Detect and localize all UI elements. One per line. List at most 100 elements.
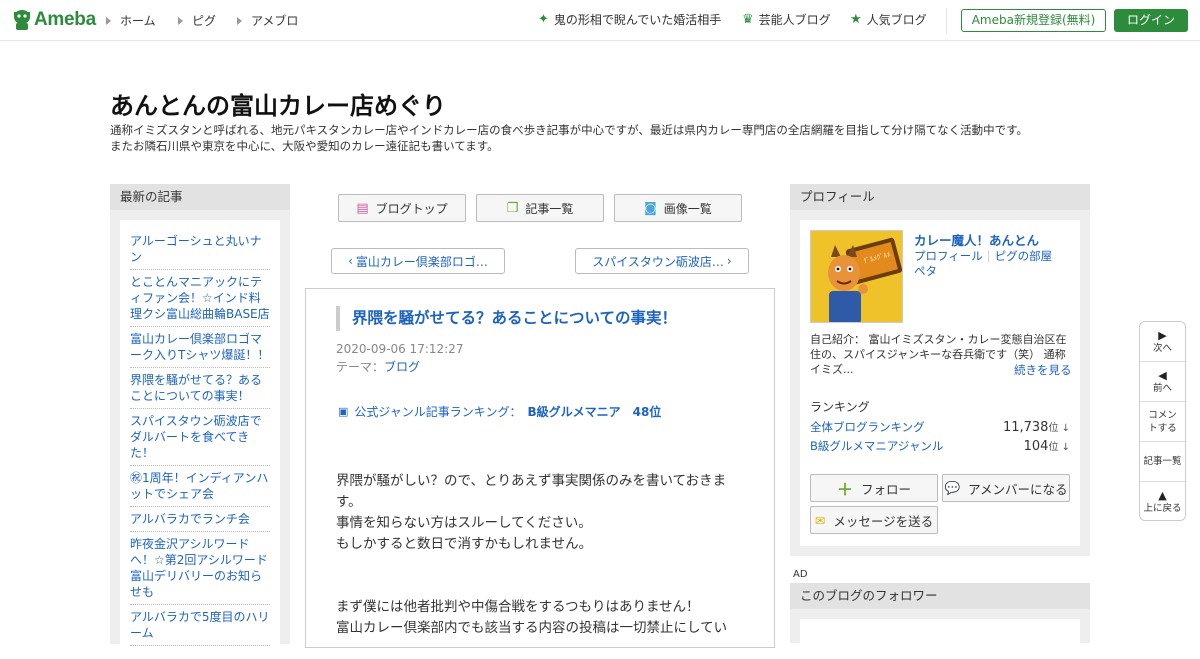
triangle-up-icon: ▲ [1158, 489, 1167, 502]
image-list-button[interactable]: ◙ 画像一覧 [614, 194, 742, 222]
profile-card: ｸﾞﾙﾒｸﾞﾙﾒ カレー魔人！あんとん プロフィール | ピグの部屋 ペタ 自己紹介… [800, 220, 1080, 546]
envelope-icon: ✉ [814, 512, 826, 528]
article-title[interactable]: 界隈を騒がせてる？あることについての事実！ [336, 306, 677, 331]
sparkle-icon: ✦ [538, 12, 549, 27]
profile-heading: プロフィール [790, 184, 1090, 210]
float-prev-label: 前へ [1152, 382, 1172, 394]
float-comment-label: コメントする [1148, 409, 1177, 434]
followers-box [800, 619, 1080, 659]
genre-ranking-link[interactable]: B級グルメマニアジャンル [810, 438, 943, 454]
recent-article-link[interactable]: 昨夜金沢アシルワードへ！☆第2回アシルワード富山デリバリーのお知らせも [130, 532, 270, 605]
ranking-icon: ▣ [338, 405, 349, 418]
crown-icon: ♛ [742, 12, 754, 27]
recent-article-link[interactable]: 富山カレー倶楽部ロゴマーク入りTシャツ爆誕！！ [130, 327, 270, 368]
profile-name[interactable]: カレー魔人！あんとん [914, 230, 1039, 249]
recent-article-link[interactable]: 界隈を騒がせてる？あることについての事実！ [130, 368, 270, 409]
ranking-row-overall: 全体ブログランキング 11,738位 ↓ [810, 419, 1070, 435]
article-theme: テーマ：ブログ [336, 358, 420, 375]
overall-ranking-value: 11,738位 ↓ [1003, 419, 1070, 435]
register-button[interactable]: Ameba新規登録(無料) [961, 9, 1106, 32]
profile-links: プロフィール | ピグの部屋 ペタ [914, 249, 1052, 279]
caret-right-icon [178, 16, 183, 25]
recent-article-link[interactable]: アルーゴーシュと丸いナン [130, 229, 270, 270]
speech-bubble-icon: 💬 [944, 480, 961, 495]
float-list-button[interactable]: 記事一覧 [1140, 442, 1185, 482]
header-link-trending-label: 鬼の形相で睨んでいた婚活相手 [553, 13, 722, 27]
header-divider [946, 8, 947, 34]
read-more-link[interactable]: 続きを見る [1014, 362, 1072, 378]
nav-home[interactable]: ホーム [106, 12, 156, 29]
copy-pages-icon: ❐ [506, 200, 519, 216]
next-article-label: スパイスタウン砺波店… [592, 254, 724, 269]
article-body: 界隈を騒がせてる？あることについての事実！ 2020-09-06 17:12:2… [305, 288, 775, 648]
article-theme-link[interactable]: ブログ [384, 360, 420, 374]
float-next-label: 次へ [1152, 342, 1172, 354]
blog-title[interactable]: あんとんの富山カレー店めぐり [110, 86, 446, 121]
header-link-popular[interactable]: ★ 人気ブログ [850, 11, 927, 28]
caret-right-icon [106, 16, 111, 25]
nav-ameblo-label: アメブロ [251, 14, 299, 28]
genre-ranking-link[interactable]: ▣ 公式ジャンル記事ランキング： B級グルメマニア 48位 [338, 403, 661, 420]
overall-ranking-link[interactable]: 全体ブログランキング [810, 419, 925, 435]
blog-top-label: ブログトップ [375, 201, 448, 216]
link-separator: | [986, 249, 991, 263]
float-comment-button[interactable]: コメントする [1140, 402, 1185, 442]
caret-right-icon [237, 16, 242, 25]
document-icon: ▤ [356, 200, 369, 216]
header-link-trending[interactable]: ✦ 鬼の形相で睨んでいた婚活相手 [538, 11, 721, 28]
article-text-line: 事情を知らない方はスルーしてください。 [336, 515, 592, 531]
ranking-heading: ランキング [810, 400, 870, 414]
triangle-left-icon: ◀ [1158, 368, 1167, 382]
rank-unit: 位 ↓ [1048, 423, 1070, 434]
blog-description: 通称イミズスタンと呼ばれる、地元パキスタンカレー店やインドカレー店の食べ歩き記事… [110, 122, 1090, 154]
recent-article-link[interactable]: スパイスタウン砺波店でダルバートを食べてきた！ [130, 409, 270, 466]
header-link-celebrity[interactable]: ♛ 芸能人ブログ [742, 11, 831, 28]
profile-avatar[interactable]: ｸﾞﾙﾒｸﾞﾙﾒ [810, 230, 903, 323]
float-top-button[interactable]: ▲ 上に戻る [1140, 482, 1185, 522]
recent-article-link[interactable]: アルバラカでランチ会 [130, 507, 270, 532]
star-icon: ★ [850, 12, 862, 27]
recent-article-link[interactable]: アルバラカで5度目のハリーム [130, 605, 270, 646]
recent-articles-heading: 最新の記事 [110, 184, 290, 210]
image-list-label: 画像一覧 [663, 201, 712, 216]
follow-button[interactable]: ＋ フォロー [810, 474, 938, 502]
prev-article-label: 富山カレー倶楽部ロゴ… [355, 254, 488, 269]
ameba-logo[interactable]: Ameba [12, 8, 96, 32]
next-article-link[interactable]: スパイスタウン砺波店… › [575, 248, 749, 274]
plus-icon: ＋ [836, 480, 853, 499]
header-link-popular-label: 人気ブログ [866, 13, 927, 27]
prev-article-link[interactable]: ‹ 富山カレー倶楽部ロゴ… [331, 248, 505, 274]
ameba-wordmark: Ameba [34, 9, 96, 30]
recent-article-link[interactable]: ㊗1周年！インディアンハットでシェア会 [130, 466, 270, 507]
pig-room-link[interactable]: ピグの部屋 [995, 249, 1053, 263]
recent-article-link[interactable]: とことんマニアックにティファン会！☆インド料理クシ富山総曲輪BASE店 [130, 270, 270, 327]
nav-pig[interactable]: ピグ [178, 12, 216, 29]
header-link-celebrity-label: 芸能人ブログ [758, 13, 831, 27]
send-message-label: メッセージを送る [833, 513, 934, 529]
article-text-line: もしかすると数日で消すかもしれません。 [336, 536, 593, 552]
blog-top-button[interactable]: ▤ ブログトップ [338, 194, 466, 222]
profile-link[interactable]: プロフィール [914, 249, 983, 263]
chevron-right-icon: › [726, 254, 732, 268]
triangle-right-icon: ▶ [1158, 328, 1167, 342]
float-next-button[interactable]: ▶ 次へ [1140, 322, 1185, 362]
genre-ranking-number: 104 [1023, 439, 1049, 454]
float-prev-button[interactable]: ◀ 前へ [1140, 362, 1185, 402]
avatar-illustration [811, 231, 902, 322]
article-text-line: す。 [336, 494, 362, 510]
amember-button[interactable]: 💬 アメンバーになる [942, 474, 1070, 502]
nav-home-label: ホーム [120, 14, 156, 28]
peta-link[interactable]: ペタ [914, 264, 937, 278]
article-list-button[interactable]: ❐ 記事一覧 [476, 194, 604, 222]
recent-articles-panel: 最新の記事 アルーゴーシュと丸いナン とことんマニアックにティファン会！☆インド… [110, 184, 290, 646]
ranking-row-genre: B級グルメマニアジャンル 104位 ↓ [810, 438, 1070, 454]
profile-panel: プロフィール ｸﾞﾙﾒｸﾞﾙﾒ カレー魔人！あんとん プロフィール | ピグの部屋 … [790, 184, 1090, 556]
nav-pig-label: ピグ [192, 14, 217, 28]
float-top-label: 上に戻る [1143, 503, 1182, 514]
global-header: Ameba ホーム ピグ アメブロ ✦ 鬼の形相で睨んでいた婚活相手 ♛ 芸能人ブロ… [0, 0, 1200, 41]
send-message-button[interactable]: ✉ メッセージを送る [810, 506, 938, 534]
login-button[interactable]: ログイン [1114, 9, 1188, 32]
nav-ameblo[interactable]: アメブロ [237, 12, 298, 29]
blog-description-line: 通称イミズスタンと呼ばれる、地元パキスタンカレー店やインドカレー店の食べ歩き記事… [110, 123, 1028, 137]
amember-label: アメンバーになる [968, 481, 1068, 497]
